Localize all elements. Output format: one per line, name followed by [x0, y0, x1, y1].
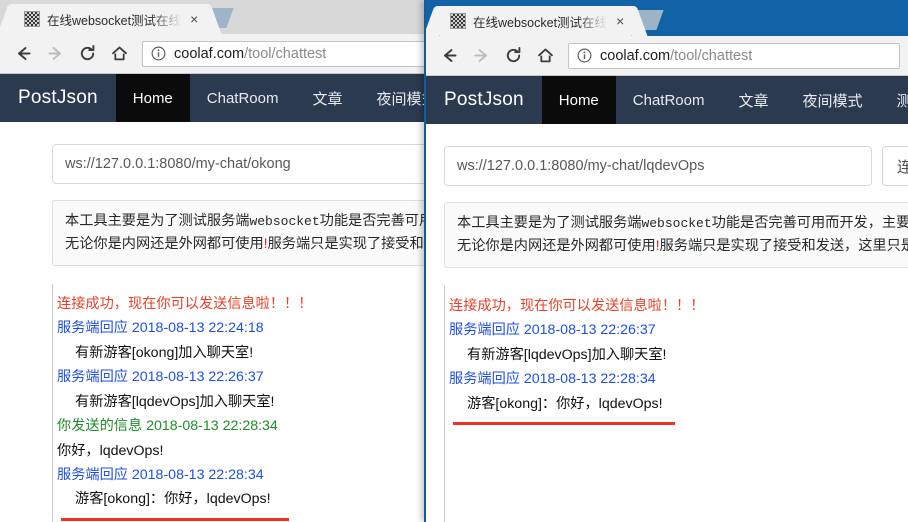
close-icon[interactable]: × [613, 12, 627, 30]
qr-favicon [450, 13, 466, 29]
browser-window-right: 在线websocket测试在线 × coolaf.com/tool/chatte… [424, 0, 908, 522]
message-author: 服务端回应 [449, 371, 524, 388]
message-timestamp: 2018-08-13 22:28:34 [131, 466, 264, 483]
message-log-left[interactable]: 连接成功，现在你可以发送信息啦！！！ 服务端回应 2018-08-13 22:24… [52, 284, 451, 522]
message-log-right[interactable]: 连接成功，现在你可以发送信息啦！！！ 服务端回应 2018-08-13 22:26… [444, 286, 908, 522]
description-line-2: 无论你是内网还是外网都可使用!服务端只是实现了接受和发送 [65, 236, 451, 252]
message-server-header: 服务端回应 2018-08-13 22:28:34 [57, 463, 451, 487]
back-icon[interactable] [8, 39, 38, 69]
message-connect-notice: 连接成功，现在你可以发送信息啦！！！ [449, 298, 705, 314]
url-path: /tool/chattest [670, 47, 753, 64]
url-text: coolaf.com/tool/chattest [174, 46, 326, 62]
nav-item-home[interactable]: Home [115, 74, 190, 122]
ws-url-row: ws://127.0.0.1:8080/my-chat/okong 连接 [0, 144, 451, 184]
message-connect-notice: 连接成功，现在你可以发送信息啦！！！ [57, 296, 313, 312]
message-server-header: 服务端回应 2018-08-13 22:26:37 [449, 318, 908, 342]
nav-item-nightmode[interactable]: 夜间模式 [786, 76, 880, 124]
ws-url-input[interactable]: ws://127.0.0.1:8080/my-chat/lqdevOps [444, 146, 872, 186]
home-icon[interactable] [104, 39, 134, 69]
tab-title: 在线websocket测试在线 [473, 15, 608, 30]
description-box-right: 本工具主要是为了测试服务端websocket功能是否完善可用而开发，主要是 无论… [444, 202, 908, 268]
message-body: 有新游客[lqdevOps]加入聊天室! [75, 393, 275, 410]
message-timestamp: 2018-08-13 22:26:37 [131, 369, 264, 386]
page-content-left: ws://127.0.0.1:8080/my-chat/okong 连接 本工具… [0, 122, 451, 522]
back-icon[interactable] [434, 41, 464, 71]
message-timestamp: 2018-08-13 22:26:37 [523, 322, 656, 339]
tab-title: 在线websocket测试在线 [47, 13, 182, 28]
message-author: 你发送的信息 [57, 418, 147, 435]
address-bar-right[interactable]: coolaf.com/tool/chattest [568, 42, 900, 69]
message-timestamp: 2018-08-13 22:28:34 [523, 371, 656, 388]
message-divider-rule [61, 517, 289, 521]
browser-toolbar-left: coolaf.com/tool/chattest [0, 34, 451, 74]
nav-item-chatroom[interactable]: ChatRoom [190, 74, 296, 122]
url-text: coolaf.com/tool/chattest [600, 48, 752, 64]
message-body: 游客[okong]：你好，lqdevOps! [75, 491, 271, 508]
message-author: 服务端回应 [57, 369, 132, 386]
page-content-right: ws://127.0.0.1:8080/my-chat/lqdevOps 连接 … [426, 124, 908, 522]
ws-url-input[interactable]: ws://127.0.0.1:8080/my-chat/okong [52, 144, 427, 184]
message-sent-header: 你发送的信息 2018-08-13 22:28:34 [57, 414, 451, 438]
message-server-header: 服务端回应 2018-08-13 22:26:37 [57, 365, 451, 389]
close-icon[interactable]: × [187, 10, 201, 28]
description-line-1: 本工具主要是为了测试服务端websocket功能是否完善可用而开 [65, 213, 451, 229]
message-author: 服务端回应 [449, 322, 524, 339]
url-host: coolaf.com [600, 47, 671, 64]
nav-item-home[interactable]: Home [541, 76, 616, 124]
home-icon[interactable] [530, 41, 560, 71]
ws-url-row: ws://127.0.0.1:8080/my-chat/lqdevOps 连接 [426, 146, 908, 186]
reload-icon[interactable] [72, 39, 102, 69]
forward-icon [466, 41, 496, 71]
site-navbar-right: PostJson Home ChatRoom 文章 夜间模式 测试工具 [426, 76, 908, 124]
browser-tab-left[interactable]: 在线websocket测试在线 × [14, 4, 206, 34]
url-host: coolaf.com [174, 45, 245, 62]
browser-tab-right[interactable]: 在线websocket测试在线 × [440, 6, 632, 36]
nav-item-articles[interactable]: 文章 [295, 74, 359, 122]
url-path: /tool/chattest [244, 45, 327, 62]
brand-logo[interactable]: PostJson [426, 76, 542, 124]
forward-icon [40, 39, 70, 69]
nav-item-chatroom[interactable]: ChatRoom [616, 76, 722, 124]
browser-toolbar-right: coolaf.com/tool/chattest [426, 36, 908, 76]
browser-window-left: 在线websocket测试在线 × coolaf.com/tool/chatte… [0, 0, 452, 522]
titlebar-left: 在线websocket测试在线 × [0, 0, 451, 34]
reload-icon[interactable] [498, 41, 528, 71]
description-line-2: 无论你是内网还是外网都可使用!服务端只是实现了接受和发送，这里只是 [457, 238, 908, 254]
nav-item-testtools[interactable]: 测试工具 [880, 76, 908, 124]
address-bar-left[interactable]: coolaf.com/tool/chattest [142, 40, 443, 67]
brand-logo[interactable]: PostJson [0, 74, 116, 122]
description-line-1: 本工具主要是为了测试服务端websocket功能是否完善可用而开发，主要是 [457, 215, 908, 231]
webpage-left: PostJson Home ChatRoom 文章 夜间模式 ws://127.… [0, 74, 451, 522]
message-author: 服务端回应 [57, 466, 132, 483]
connect-button[interactable]: 连接 [881, 146, 908, 186]
webpage-right: PostJson Home ChatRoom 文章 夜间模式 测试工具 ws:/… [426, 76, 908, 522]
message-body: 游客[okong]：你好，lqdevOps! [467, 395, 663, 412]
description-box-left: 本工具主要是为了测试服务端websocket功能是否完善可用而开 无论你是内网还… [52, 200, 451, 266]
message-timestamp: 2018-08-13 22:24:18 [131, 320, 264, 337]
nav-item-articles[interactable]: 文章 [721, 76, 785, 124]
titlebar-right: 在线websocket测试在线 × [426, 0, 908, 36]
message-body: 有新游客[okong]加入聊天室! [75, 344, 254, 361]
info-icon [151, 46, 166, 61]
message-body: 你好，lqdevOps! [57, 442, 164, 459]
message-timestamp: 2018-08-13 22:28:34 [146, 418, 278, 435]
message-server-header: 服务端回应 2018-08-13 22:28:34 [449, 367, 908, 391]
info-icon [577, 48, 592, 63]
qr-favicon [24, 11, 40, 27]
message-divider-rule [453, 422, 675, 426]
message-author: 服务端回应 [57, 320, 132, 337]
message-server-header: 服务端回应 2018-08-13 22:24:18 [57, 316, 451, 340]
message-body: 有新游客[lqdevOps]加入聊天室! [467, 346, 667, 363]
site-navbar-left: PostJson Home ChatRoom 文章 夜间模式 [0, 74, 451, 122]
screenshot-stage: 在线websocket测试在线 × coolaf.com/tool/chatte… [0, 0, 908, 522]
